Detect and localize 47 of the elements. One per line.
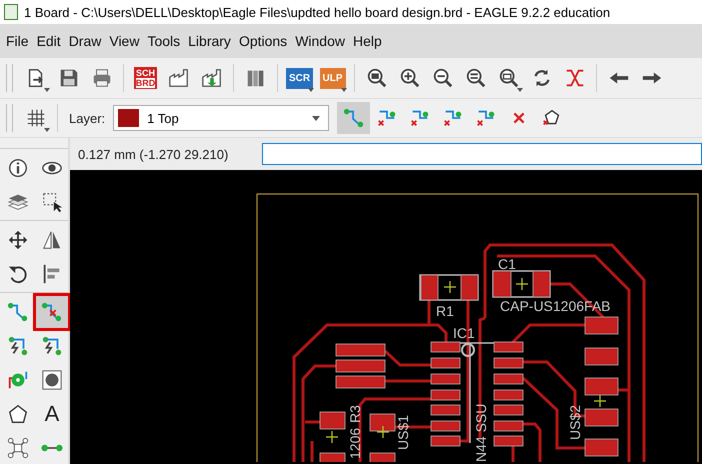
menu-item[interactable]: Draw: [64, 33, 106, 49]
app-icon: [4, 4, 18, 20]
cam-icon: [168, 67, 190, 89]
part-label: US$1: [395, 414, 411, 450]
zoom-fit-icon: [366, 67, 388, 89]
part-label: R1: [436, 303, 454, 319]
group-icon: [41, 191, 63, 213]
cam-export-icon: [200, 67, 222, 89]
text-tool[interactable]: A: [36, 398, 68, 430]
toolbar-grip[interactable]: [6, 104, 13, 132]
via-icon: [7, 369, 29, 391]
menu-item[interactable]: File: [2, 33, 33, 49]
menu-item[interactable]: Help: [348, 33, 386, 49]
zoom-in-icon: [398, 67, 420, 89]
zoom-out-icon: [432, 67, 454, 89]
part-value-label: N44 SSU: [473, 404, 489, 462]
part-label: R3: [347, 405, 363, 423]
menu-item[interactable]: View: [105, 33, 144, 49]
caret-icon: [312, 116, 320, 120]
menu-item[interactable]: Options: [234, 33, 292, 49]
polygon-icon: [7, 403, 29, 425]
zoom-select-icon: [464, 67, 486, 89]
route-icon: [7, 301, 29, 323]
menu-item[interactable]: Tools: [143, 33, 184, 49]
menu-item[interactable]: Library: [184, 33, 235, 49]
command-field[interactable]: [262, 143, 702, 165]
part-value-label: 1206: [347, 428, 363, 459]
route-icon: [342, 107, 365, 129]
menu-item[interactable]: Edit: [32, 33, 65, 49]
node-icon: [7, 437, 29, 459]
part-label: US$2: [567, 404, 583, 440]
ripup-icon: [41, 301, 63, 323]
zoom-last-icon: [498, 67, 520, 89]
menu-item[interactable]: Window: [291, 33, 349, 49]
part-label: C1: [498, 256, 516, 272]
toolbar-grip[interactable]: [6, 64, 13, 92]
coordinates-readout: 0.127 mm (-1.270 29.210): [78, 146, 230, 162]
layer-label: Layer:: [69, 110, 106, 126]
mirror-icon: [41, 229, 63, 251]
fanout-icon: [41, 335, 63, 357]
autoroute-icon: [7, 335, 29, 357]
move-icon: [7, 229, 29, 251]
wire-icon: [41, 444, 63, 452]
window-title: 1 Board - C:\Users\DELL\Desktop\Eagle Files\updted hello board design.brd - EAGLE 9.2.2 education: [24, 4, 610, 20]
hole-icon: [41, 369, 63, 391]
layer-dropdown[interactable]: 1 Top: [113, 105, 330, 131]
info-icon: [7, 157, 29, 179]
